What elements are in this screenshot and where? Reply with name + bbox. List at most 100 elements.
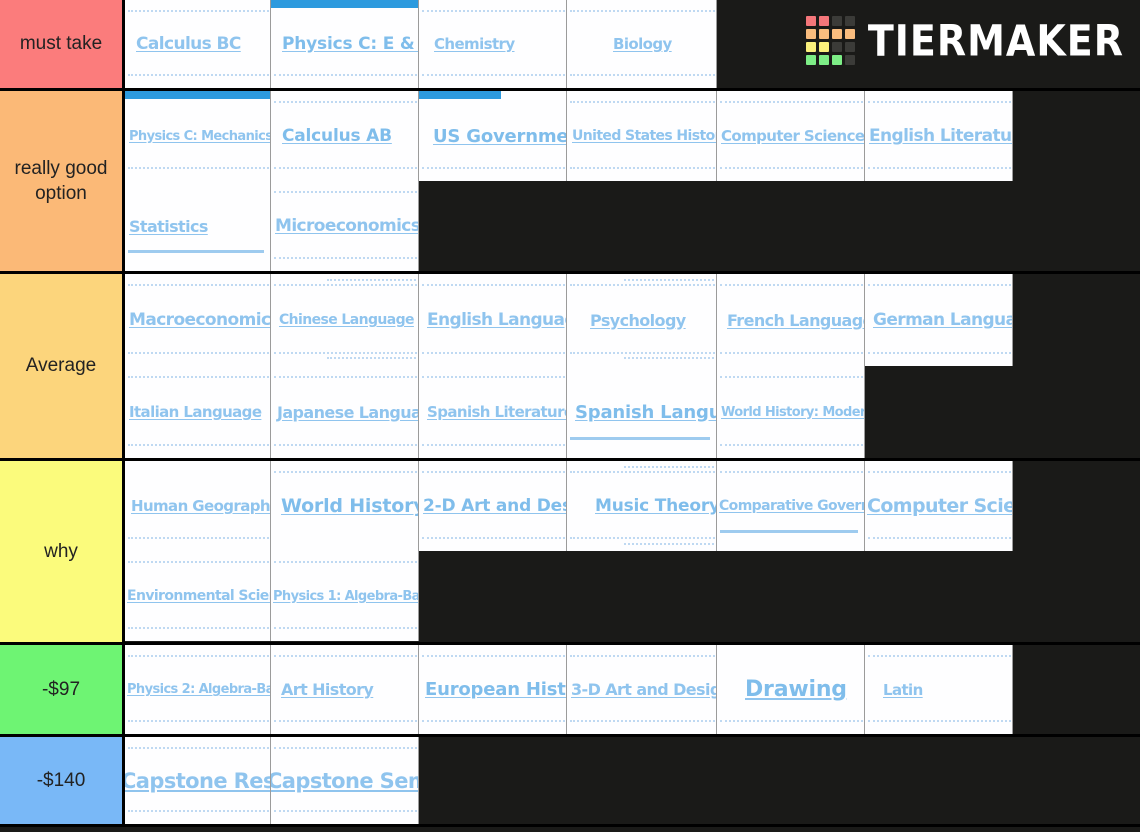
tier-item-environmental-science[interactable]: Environmental Science <box>125 551 271 641</box>
item-link-microeconomics[interactable]: Microeconomics <box>275 216 418 236</box>
tier-items-really-good-option: Physics C: Mechanics Calculus AB US Govern… <box>125 91 1140 271</box>
tier-item-music-theory[interactable]: Music Theory <box>567 461 717 551</box>
item-link-statistics[interactable]: Statistics <box>129 217 208 236</box>
item-dotted-rule-top <box>127 560 269 565</box>
item-dotted-rule-bottom <box>127 167 269 171</box>
item-link-3-d-art-and-design[interactable]: 3-D Art and Design <box>571 680 716 699</box>
item-link-environmental-science[interactable]: Environmental Science <box>127 588 270 604</box>
tier-item-chemistry[interactable]: Chemistry <box>419 0 567 88</box>
item-link-french-language[interactable]: French Language <box>727 311 864 330</box>
item-dotted-rule-bottom <box>719 720 863 724</box>
item-link-comparative-government[interactable]: Comparative Government <box>719 498 864 514</box>
item-dotted-rule-top <box>127 376 269 380</box>
item-link-european-history[interactable]: European History <box>425 679 566 700</box>
item-link-drawing[interactable]: Drawing <box>745 677 847 702</box>
tier-item-german-language[interactable]: German Language <box>865 274 1013 366</box>
item-link-art-history[interactable]: Art History <box>281 680 374 699</box>
tier-item-surface: English Language <box>419 274 566 366</box>
tier-row-97: -$97Physics 2: Algebra-Based Art History E… <box>0 645 1140 737</box>
tier-item-calculus-bc[interactable]: Calculus BC <box>125 0 271 88</box>
item-link-music-theory[interactable]: Music Theory <box>595 496 716 516</box>
tier-item-japanese-language[interactable]: Japanese Language <box>271 366 419 458</box>
item-dotted-rule-top <box>867 470 1011 475</box>
tier-item-physics-2-algebra-based[interactable]: Physics 2: Algebra-Based <box>125 645 271 734</box>
tier-item-psychology[interactable]: Psychology <box>567 274 717 366</box>
tier-label-really-good-option[interactable]: really good option <box>0 91 125 271</box>
tier-item-computer-science-a[interactable]: Computer Science A <box>717 91 865 181</box>
item-link-german-language[interactable]: German Language <box>873 310 1012 330</box>
item-dotted-rule-bottom <box>867 537 1011 541</box>
tier-item-biology[interactable]: Biology <box>567 0 717 88</box>
tier-item-capstone-research[interactable]: Capstone Research <box>125 737 271 824</box>
item-link-chemistry[interactable]: Chemistry <box>434 35 515 53</box>
tier-label-average[interactable]: Average <box>0 274 125 458</box>
item-link-2-d-art-and-design[interactable]: 2-D Art and Design <box>423 496 566 516</box>
tier-item-spanish-literature[interactable]: Spanish Literature <box>419 366 567 458</box>
item-link-spanish-language[interactable]: Spanish Language <box>575 402 716 423</box>
tier-item-comparative-government[interactable]: Comparative Government <box>717 461 865 551</box>
item-link-physics-c-mechanics[interactable]: Physics C: Mechanics <box>129 129 270 144</box>
tier-item-european-history[interactable]: European History <box>419 645 567 734</box>
item-link-computer-science-p[interactable]: Computer Science P <box>867 495 1012 517</box>
tier-item-physics-1-algebra-based[interactable]: Physics 1: Algebra-Based <box>271 551 419 641</box>
tier-item-statistics[interactable]: Statistics <box>125 181 271 271</box>
item-link-latin[interactable]: Latin <box>883 681 923 699</box>
tier-item-latin[interactable]: Latin <box>865 645 1013 734</box>
tier-item-computer-science-p[interactable]: Computer Science P <box>865 461 1013 551</box>
tier-item-microeconomics[interactable]: Microeconomics <box>271 181 419 271</box>
item-link-japanese-language[interactable]: Japanese Language <box>277 403 418 422</box>
item-link-computer-science-a[interactable]: Computer Science A <box>721 127 864 145</box>
item-link-macroeconomics[interactable]: Macroeconomics <box>129 310 270 330</box>
logo-cell-dark-2-3 <box>844 42 855 52</box>
tier-item-spanish-language[interactable]: Spanish Language <box>567 366 717 458</box>
item-link-capstone-seminar[interactable]: Capstone Seminar <box>271 769 418 793</box>
tier-label-97[interactable]: -$97 <box>0 645 125 734</box>
tier-item-us-government[interactable]: US Government <box>419 91 567 181</box>
item-link-us-government[interactable]: US Government <box>433 126 566 147</box>
tier-item-united-states-history[interactable]: United States History <box>567 91 717 181</box>
item-link-english-literature[interactable]: English Literature <box>869 126 1012 146</box>
tier-item-world-history[interactable]: World History <box>271 461 419 551</box>
item-link-united-states-history[interactable]: United States History <box>572 128 716 144</box>
item-link-human-geography[interactable]: Human Geography <box>131 497 270 515</box>
tier-item-drawing[interactable]: Drawing <box>717 645 865 734</box>
tier-item-physics-c-mechanics[interactable]: Physics C: Mechanics <box>125 91 271 181</box>
item-link-calculus-ab[interactable]: Calculus AB <box>282 126 392 146</box>
tier-item-english-literature[interactable]: English Literature <box>865 91 1013 181</box>
tier-item-capstone-seminar[interactable]: Capstone Seminar <box>271 737 419 824</box>
tier-label-must-take[interactable]: must take <box>0 0 125 88</box>
tier-item-human-geography[interactable]: Human Geography <box>125 461 271 551</box>
tier-item-physics-c-e-m[interactable]: Physics C: E & M <box>271 0 419 88</box>
tiermaker-logo[interactable]: TIERMAKER <box>805 16 1124 65</box>
tier-item-french-language[interactable]: French Language <box>717 274 865 366</box>
tier-item-world-history-modern[interactable]: World History: Modern <box>717 366 865 458</box>
tier-item-chinese-language[interactable]: Chinese Language <box>271 274 419 366</box>
tier-item-surface: German Language <box>865 274 1012 366</box>
tier-item-italian-language[interactable]: Italian Language <box>125 366 271 458</box>
tier-item-english-language[interactable]: English Language <box>419 274 567 366</box>
logo-cell-dark-0-2 <box>831 16 842 26</box>
item-dotted-rule-top <box>273 284 417 288</box>
item-link-world-history-modern[interactable]: World History: Modern <box>721 405 864 420</box>
tier-items-140: Capstone ResearchCapstone Seminar <box>125 737 1140 824</box>
tier-item-calculus-ab[interactable]: Calculus AB <box>271 91 419 181</box>
item-link-calculus-bc[interactable]: Calculus BC <box>136 34 241 54</box>
item-link-italian-language[interactable]: Italian Language <box>129 403 262 421</box>
item-link-biology[interactable]: Biology <box>613 35 672 53</box>
item-blue-header-bar <box>125 91 270 99</box>
tier-label-140[interactable]: -$140 <box>0 737 125 824</box>
tier-item-3-d-art-and-design[interactable]: 3-D Art and Design <box>567 645 717 734</box>
item-link-psychology[interactable]: Psychology <box>590 311 686 330</box>
item-link-physics-1-algebra-based[interactable]: Physics 1: Algebra-Based <box>273 589 418 604</box>
item-link-chinese-language[interactable]: Chinese Language <box>279 312 415 328</box>
tier-item-2-d-art-and-design[interactable]: 2-D Art and Design <box>419 461 567 551</box>
item-link-spanish-literature[interactable]: Spanish Literature <box>427 403 566 421</box>
item-link-capstone-research[interactable]: Capstone Research <box>125 769 270 793</box>
tier-item-art-history[interactable]: Art History <box>271 645 419 734</box>
item-link-physics-2-algebra-based[interactable]: Physics 2: Algebra-Based <box>127 682 270 697</box>
item-link-world-history[interactable]: World History <box>281 495 418 517</box>
tier-label-why[interactable]: why <box>0 461 125 642</box>
item-link-physics-c-e-m[interactable]: Physics C: E & M <box>282 34 418 54</box>
item-link-english-language[interactable]: English Language <box>427 310 566 330</box>
tier-item-macroeconomics[interactable]: Macroeconomics <box>125 274 271 366</box>
